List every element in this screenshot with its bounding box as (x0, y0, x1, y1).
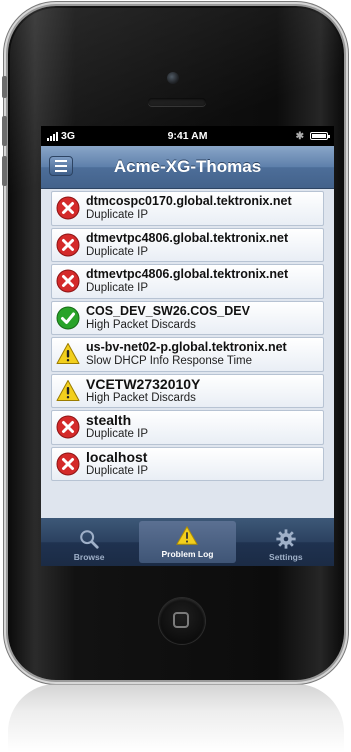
warning-icon (56, 379, 80, 401)
problem-host: us-bv-net02-p.global.tektronix.net (86, 340, 287, 355)
problem-issue: Duplicate IP (86, 428, 149, 441)
warning-icon (56, 343, 80, 365)
warning-icon (176, 525, 199, 545)
problem-issue: High Packet Discards (86, 318, 196, 331)
tab-problem-log[interactable]: Problem Log (139, 521, 236, 563)
menu-button[interactable] (49, 156, 73, 176)
tab-browse-label: Browse (73, 552, 105, 562)
home-button[interactable] (159, 598, 205, 644)
problem-row[interactable]: stealth Duplicate IP (51, 410, 324, 445)
problem-host: dtmevtpc4806.global.tektronix.net (86, 267, 289, 282)
status-time: 9:41 AM (167, 130, 208, 142)
error-icon (56, 269, 80, 293)
front-camera (167, 72, 179, 84)
signal-icon (47, 131, 58, 141)
problem-row[interactable]: localhost Duplicate IP (51, 446, 324, 481)
problem-host: dtmcospc0170.global.tektronix.net (86, 194, 292, 209)
error-icon (56, 233, 80, 257)
gear-icon (276, 529, 296, 549)
problem-host: localhost (86, 449, 148, 465)
problem-row[interactable]: COS_DEV_SW26.COS_DEV High Packet Discards (51, 300, 324, 335)
tab-settings-label: Settings (269, 552, 303, 562)
problem-issue: Duplicate IP (86, 464, 149, 477)
problem-row[interactable]: VCETW2732010Y High Packet Discards (51, 373, 324, 408)
problem-host: VCETW2732010Y (86, 376, 201, 392)
page-title: Acme-XG-Thomas (113, 157, 262, 176)
error-icon (56, 196, 80, 220)
navigation-bar: Acme-XG-Thomas (41, 146, 334, 189)
error-icon (56, 415, 80, 439)
problem-row[interactable]: dtmcospc0170.global.tektronix.net Duplica… (51, 191, 324, 226)
tab-settings[interactable]: Settings (238, 518, 334, 566)
earpiece-speaker (148, 98, 206, 106)
volume-down-button (2, 156, 7, 186)
search-icon (80, 530, 99, 549)
screen: 3G 9:41 AM ✱ Acme-XG-Thomas dtmcospc0170… (41, 126, 334, 566)
problem-issue: Duplicate IP (86, 209, 149, 222)
menu-icon-line (55, 160, 67, 162)
problem-issue: Slow DHCP Info Response Time (86, 355, 252, 368)
problem-host: stealth (86, 413, 132, 429)
volume-up-button (2, 116, 7, 146)
battery-icon (310, 132, 330, 140)
status-bar: 3G 9:41 AM ✱ (41, 126, 334, 146)
error-icon (56, 452, 80, 476)
problem-row[interactable]: dtmevtpc4806.global.tektronix.net Duplica… (51, 227, 324, 262)
problem-issue: Duplicate IP (86, 245, 149, 258)
tab-problem-log-label: Problem Log (161, 549, 214, 559)
menu-icon-line (55, 170, 67, 172)
problem-row[interactable]: dtmevtpc4806.global.tektronix.net Duplica… (51, 264, 324, 299)
problem-host: dtmevtpc4806.global.tektronix.net (86, 230, 289, 245)
phone-reflection (8, 684, 344, 752)
problem-issue: High Packet Discards (86, 391, 196, 404)
problem-host: COS_DEV_SW26.COS_DEV (86, 303, 250, 318)
menu-icon-line (55, 165, 67, 167)
mute-switch (2, 76, 7, 98)
problem-row[interactable]: us-bv-net02-p.global.tektronix.net Slow D… (51, 337, 324, 372)
problem-list[interactable]: dtmcospc0170.global.tektronix.net Duplica… (41, 189, 334, 508)
check-icon (56, 306, 80, 330)
home-square-icon (173, 612, 189, 628)
bluetooth-icon: ✱ (295, 130, 304, 142)
tab-browse[interactable]: Browse (41, 518, 137, 566)
tab-bar: Browse Problem Log Settings (41, 518, 334, 566)
carrier-label: 3G (61, 130, 76, 142)
problem-issue: Duplicate IP (86, 282, 149, 295)
